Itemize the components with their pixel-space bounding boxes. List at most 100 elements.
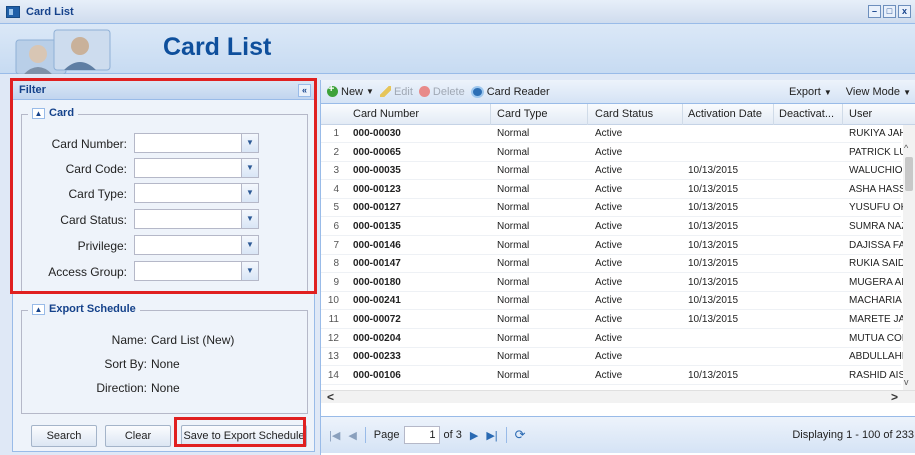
vertical-scrollbar[interactable]: ^ v: [903, 125, 915, 400]
access-group-row: Access Group: ▼: [22, 261, 307, 283]
table-row[interactable]: 12 000-00204 Normal Active MUTUA COI: [321, 330, 905, 348]
table-row[interactable]: 14 000-00106 Normal Active 10/13/2015 RASHID …: [321, 367, 905, 385]
view-mode-button[interactable]: View Mode ▼: [846, 86, 911, 98]
table-row[interactable]: 4 000-00123 Normal Active 10/13/2015 ASHA HAS…: [321, 181, 906, 199]
column-header-deactivation-date[interactable]: Deactivat...: [779, 108, 841, 120]
access-group-field[interactable]: ▼: [134, 261, 259, 281]
card-reader-button[interactable]: Card Reader: [470, 85, 550, 98]
chevron-down-icon[interactable]: ▼: [241, 159, 258, 177]
delete-button[interactable]: Delete: [418, 86, 465, 98]
export-button[interactable]: Export ▼: [789, 86, 832, 98]
chevron-down-icon[interactable]: ▼: [241, 236, 258, 254]
minimize-button[interactable]: –: [868, 5, 881, 18]
table-row[interactable]: 6 000-00135 Normal Active 10/13/2015 SUMRA NA…: [321, 218, 907, 236]
grid-toolbar: New ▼ Edit Delete Card Reader Export ▼ V…: [321, 80, 915, 104]
card-status-field[interactable]: ▼: [134, 209, 259, 229]
cell-card-number: 000-00147: [353, 258, 401, 270]
table-row[interactable]: 2 000-00065 Normal Active PATRICK LU: [321, 144, 906, 162]
column-header-activation-date[interactable]: Activation Date: [688, 108, 770, 120]
export-name-label: Name:: [111, 333, 147, 347]
cell-card-status: Active: [595, 276, 623, 288]
cell-activation-date: 10/13/2015: [688, 239, 739, 251]
new-label: New: [341, 85, 364, 98]
cell-activation-date: 10/13/2015: [688, 276, 739, 288]
card-code-row: Card Code: ▼: [22, 158, 307, 180]
collapse-panel-button[interactable]: «: [298, 84, 311, 97]
column-separator[interactable]: [490, 104, 491, 125]
last-page-icon[interactable]: ▶|: [486, 429, 497, 442]
cell-user: ASHA HASS: [849, 183, 906, 195]
column-header-card-type[interactable]: Card Type: [497, 108, 582, 120]
scroll-up-icon[interactable]: ^: [904, 143, 908, 153]
cell-card-type: Normal: [497, 202, 530, 214]
search-button[interactable]: Search: [31, 425, 97, 447]
export-label: Export: [789, 85, 821, 98]
column-separator[interactable]: [682, 104, 683, 125]
cell-activation-date: 10/13/2015: [688, 221, 739, 232]
pager-separator: [505, 427, 507, 443]
cell-card-number: 000-00035: [353, 165, 401, 177]
privilege-field[interactable]: ▼: [134, 235, 259, 255]
page-title: Card List: [163, 33, 272, 61]
column-separator[interactable]: [773, 104, 774, 125]
first-page-icon[interactable]: |◀: [329, 429, 340, 442]
column-separator[interactable]: [587, 104, 588, 125]
window-title: Card List: [26, 5, 74, 18]
table-row[interactable]: 1 000-00030 Normal Active RUKIYA JAH: [321, 125, 907, 143]
scroll-left-icon[interactable]: <: [327, 390, 334, 404]
next-page-icon[interactable]: ▶: [470, 429, 478, 442]
cell-user: RUKIA SAID: [849, 258, 906, 270]
scrollbar-thumb[interactable]: [905, 157, 913, 191]
card-code-field[interactable]: ▼: [134, 158, 259, 178]
horizontal-scrollbar[interactable]: < >: [321, 390, 915, 404]
cell-card-status: Active: [595, 239, 623, 251]
cell-activation-date: 10/13/2015: [688, 165, 739, 177]
scroll-right-icon[interactable]: >: [891, 390, 898, 404]
column-header-card-number[interactable]: Card Number: [353, 108, 483, 120]
view-mode-label: View Mode: [845, 85, 901, 98]
maximize-button[interactable]: □: [883, 5, 896, 18]
cell-activation-date: 10/13/2015: [688, 314, 739, 325]
table-row[interactable]: 11 000-00072 Normal Active 10/13/2015 MARETE …: [321, 311, 905, 329]
table-row[interactable]: 3 000-00035 Normal Active 10/13/2015 WALUCHIO: [321, 162, 903, 181]
table-row[interactable]: 9 000-00180 Normal Active 10/13/2015 MUGERA A…: [321, 274, 904, 292]
cell-user: ABDULLAHI: [849, 351, 905, 363]
card-number-field[interactable]: ▼: [134, 133, 259, 153]
export-direction-value: None: [151, 381, 180, 395]
table-row[interactable]: 7 000-00146 Normal Active 10/13/2015 DAJISSA …: [321, 237, 905, 255]
chevron-down-icon[interactable]: ▼: [241, 210, 258, 228]
add-icon: [327, 83, 338, 97]
table-row[interactable]: 10 000-00241 Normal Active 10/13/2015 MACHARI…: [321, 292, 902, 311]
page-count-label: of 3: [443, 429, 462, 441]
clear-button[interactable]: Clear: [105, 425, 171, 447]
save-to-export-schedule-button[interactable]: Save to Export Schedule: [181, 425, 307, 447]
edit-button[interactable]: Edit: [379, 86, 413, 98]
chevron-down-icon[interactable]: ▼: [241, 184, 258, 202]
collapse-triangle-icon[interactable]: ▲: [32, 107, 45, 119]
filter-panel-title: Filter: [19, 84, 46, 96]
previous-page-icon[interactable]: ◀: [348, 429, 356, 442]
column-header-user[interactable]: User: [849, 108, 909, 120]
cell-card-status: Active: [595, 183, 623, 195]
cell-user: RASHID AIS: [849, 369, 906, 381]
chevron-down-icon[interactable]: ▼: [241, 262, 258, 280]
pencil-icon: [379, 86, 391, 97]
scroll-down-icon[interactable]: v: [904, 377, 909, 387]
table-row[interactable]: 13 000-00233 Normal Active ABDULLAHI: [321, 348, 905, 367]
column-header-card-status[interactable]: Card Status: [595, 108, 680, 120]
card-type-field[interactable]: ▼: [134, 183, 259, 203]
export-schedule-fieldset: ▲ Export Schedule Name: Card List (New) …: [21, 303, 308, 414]
chevron-down-icon[interactable]: ▼: [241, 134, 258, 152]
page-number-input[interactable]: 1: [403, 426, 440, 444]
table-row[interactable]: 8 000-00147 Normal Active 10/13/2015 RUKIA SA…: [321, 255, 905, 274]
table-row[interactable]: 5 000-00127 Normal Active 10/13/2015 YUSUFU O…: [321, 199, 907, 218]
close-button[interactable]: x: [898, 5, 911, 18]
page-label: Page: [373, 429, 400, 441]
new-button[interactable]: New ▼: [327, 83, 374, 98]
refresh-icon[interactable]: ⟳: [515, 427, 526, 443]
column-separator[interactable]: [842, 104, 843, 125]
collapse-triangle-icon[interactable]: ▲: [32, 303, 45, 315]
card-type-label: Card Type:: [68, 187, 127, 201]
cell-user: DAJISSA FA: [849, 239, 906, 251]
filter-panel-body: ▲ Card Card Number: ▼ Card Code: ▼ Card …: [12, 100, 315, 452]
